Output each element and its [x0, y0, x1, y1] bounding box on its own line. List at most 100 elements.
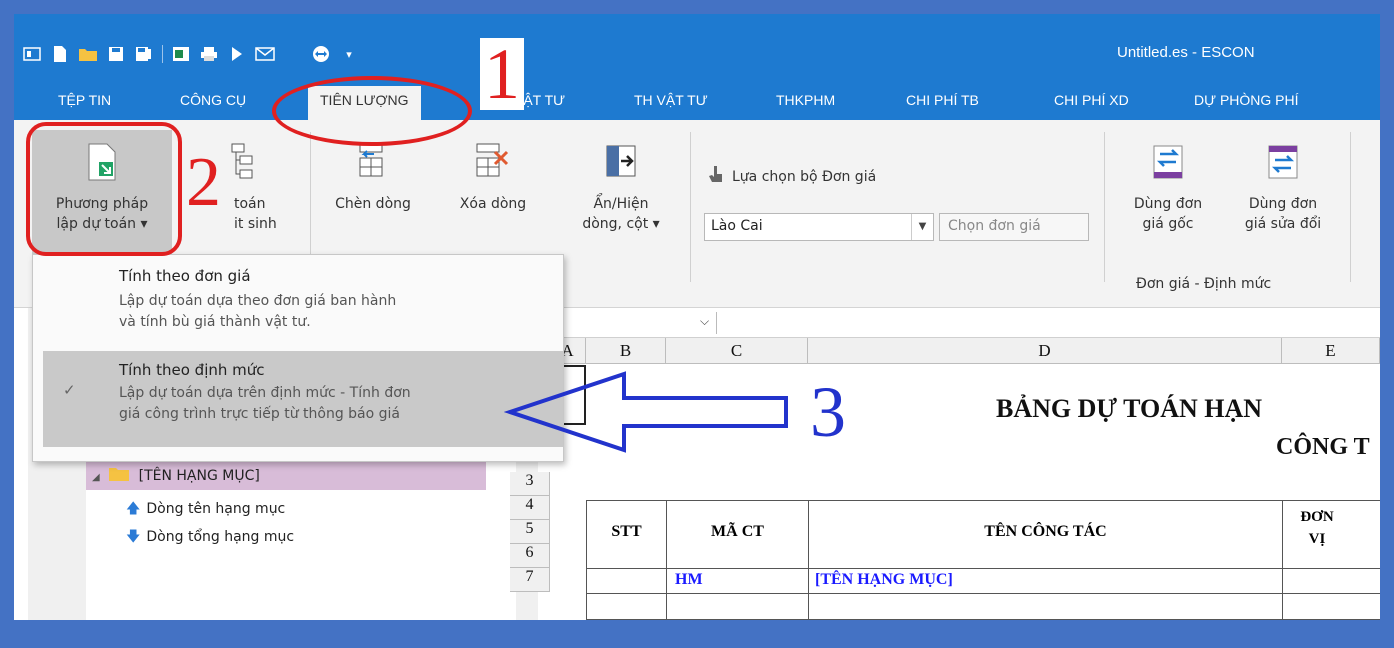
header-cell-stt[interactable]: STT [587, 501, 667, 569]
row-header-5[interactable]: 5 [510, 520, 550, 544]
menu-item2-desc1: Lập dự toán dựa trên định mức - Tính đơn [119, 385, 411, 401]
cell-stt[interactable] [587, 594, 667, 620]
tree-item-ten-hang-muc[interactable]: 🡅 Dòng tên hạng mục [126, 498, 285, 522]
header-cell-don-vi[interactable]: ĐƠN VỊ [1283, 501, 1380, 569]
tree-view: ◢ [TÊN HẠNG MỤC] 🡅 Dòng tên hạng mục 🡇 Dòn… [86, 458, 516, 620]
mail-icon[interactable] [255, 45, 275, 63]
annotation-box-button [26, 122, 182, 256]
xoa-dong-button[interactable]: Xóa dòng [438, 142, 548, 214]
hdr-donvi-1: ĐƠN [1300, 509, 1334, 525]
cell-don-vi[interactable] [1283, 568, 1380, 594]
new-file-icon[interactable] [50, 45, 70, 63]
open-folder-icon[interactable] [78, 45, 98, 63]
annotation-number-2: 2 [186, 144, 221, 221]
row-header-6[interactable]: 6 [510, 544, 550, 568]
tab-thkphm[interactable]: THKPHM [776, 92, 835, 108]
app-logo-icon [22, 45, 42, 63]
du-toan-line1: toán [234, 196, 266, 212]
menu-item2-desc2: giá công trình trực tiếp từ thông báo gi… [119, 406, 400, 422]
cell-mact[interactable]: HM [667, 568, 809, 594]
menu-item-tinh-theo-don-gia[interactable]: Tính theo đơn giá Lập dự toán dựa theo đ… [33, 255, 563, 347]
row-header-3[interactable]: 3 [510, 472, 550, 496]
an-hien-button[interactable]: Ẩn/Hiện dòng, cột ▾ [566, 142, 676, 234]
du-toan-line2: it sinh [234, 216, 277, 232]
column-header-d[interactable]: D [808, 338, 1282, 364]
dung-sua-line1: Dùng đơn [1248, 196, 1318, 212]
cell-stt[interactable] [587, 568, 667, 594]
excel-icon[interactable] [171, 45, 191, 63]
an-hien-line1: Ẩn/Hiện [593, 196, 649, 212]
cell-ten-cong-tac[interactable] [809, 594, 1283, 620]
ribbon-separator [1104, 132, 1105, 282]
dung-sua-line2: giá sửa đổi [1244, 216, 1322, 232]
hdr-stt-text: STT [611, 523, 642, 540]
menu-item2-title: Tính theo định mức [119, 361, 265, 379]
tree-root-label: [TÊN HẠNG MỤC] [138, 468, 260, 484]
sheet-subtitle: CÔNG T [1276, 434, 1370, 460]
annotation-number-1: 1 [480, 38, 524, 110]
customize-dropdown-icon[interactable]: ▾ [339, 45, 359, 63]
formula-bar[interactable]: ⌵ [550, 308, 1380, 338]
app-window: ▾ Untitled.es - ESCON TỆP TIN CÔNG CỤ TI… [14, 14, 1380, 620]
tab-chi-phi-tb[interactable]: CHI PHÍ TB [906, 92, 979, 108]
hdr-donvi-2: VỊ [1308, 531, 1326, 547]
formula-divider [716, 312, 717, 334]
location-combo[interactable]: Lào Cai ▼ [704, 213, 934, 241]
save-as-icon[interactable] [134, 45, 154, 63]
tab-du-phong-phi[interactable]: DỰ PHÒNG PHÍ [1194, 92, 1299, 108]
hand-pointer-icon [708, 164, 724, 190]
row-header-7[interactable]: 7 [510, 568, 550, 592]
tab-tep-tin[interactable]: TỆP TIN [58, 92, 111, 108]
menu-item1-desc1: Lập dự toán dựa theo đơn giá ban hành [119, 293, 397, 309]
chen-dong-button[interactable]: Chèn dòng [320, 142, 426, 214]
dung-don-gia-sua-doi-button[interactable]: Dùng đơn giá sửa đổi [1228, 142, 1338, 234]
ribbon-separator [1350, 132, 1351, 282]
ribbon-tabs: TỆP TIN CÔNG CỤ TIÊN LƯỢNG VẬT TƯ TH VẬT… [14, 80, 1380, 120]
hdr-ten-text: TÊN CÔNG TÁC [984, 523, 1107, 540]
table-row [586, 594, 1380, 620]
phuong-phap-dropdown-menu: Tính theo đơn giá Lập dự toán dựa theo đ… [32, 254, 564, 462]
tab-chi-phi-xd[interactable]: CHI PHÍ XD [1054, 92, 1129, 108]
dung-don-gia-goc-button[interactable]: Dùng đơn giá gốc [1118, 142, 1218, 234]
tree-item-label: Dòng tên hạng mục [146, 501, 286, 517]
tab-th-vat-tu[interactable]: TH VẬT TƯ [634, 92, 708, 108]
column-header-c[interactable]: C [666, 338, 808, 364]
du-toan-phat-sinh-button[interactable]: toán it sinh [210, 142, 300, 234]
chen-dong-label: Chèn dòng [335, 196, 411, 212]
quick-access-toolbar: ▾ [22, 42, 359, 66]
expand-triangle-icon[interactable]: ◢ [92, 472, 100, 483]
menu-item1-title: Tính theo đơn giá [119, 267, 251, 285]
lua-chon-label: Lựa chọn bộ Đơn giá [732, 169, 877, 185]
tree-item-label: Dòng tổng hạng mục [146, 529, 295, 545]
location-value: Lào Cai [711, 218, 763, 234]
cell-ten-cong-tac[interactable]: [TÊN HẠNG MỤC] [809, 568, 1283, 594]
blank-icon [283, 45, 303, 63]
menu-item-tinh-theo-dinh-muc[interactable]: ✓ Tính theo định mức Lập dự toán dựa trê… [43, 351, 563, 447]
swap-modified-icon [1228, 142, 1338, 188]
lua-chon-bo-don-gia[interactable]: Lựa chọn bộ Đơn giá [708, 164, 876, 190]
play-icon[interactable] [227, 45, 247, 63]
menu-item1-desc2: và tính bù giá thành vật tư. [119, 314, 311, 330]
cell-don-vi[interactable] [1283, 594, 1380, 620]
save-icon[interactable] [106, 45, 126, 63]
row6-code: HM [675, 571, 703, 588]
tree-item-tong-hang-muc[interactable]: 🡇 Dòng tổng hạng mục [126, 526, 294, 550]
chevron-down-icon[interactable]: ▼ [911, 214, 933, 240]
tab-cong-cu[interactable]: CÔNG CỤ [180, 92, 246, 108]
chon-don-gia-field[interactable]: Chọn đơn giá [939, 213, 1089, 241]
header-cell-mact[interactable]: MÃ CT [667, 501, 809, 569]
dung-goc-line2: giá gốc [1142, 216, 1194, 232]
teamviewer-icon[interactable] [311, 45, 331, 63]
tree-root[interactable]: ◢ [TÊN HẠNG MỤC] [86, 462, 486, 490]
column-header-e[interactable]: E [1282, 338, 1380, 364]
header-cell-ten-cong-tac[interactable]: TÊN CÔNG TÁC [809, 501, 1283, 569]
annotation-circle-tab [272, 76, 472, 146]
print-icon[interactable] [199, 45, 219, 63]
row-header-4[interactable]: 4 [510, 496, 550, 520]
hdr-mact-text: MÃ CT [711, 523, 764, 540]
cell-mact[interactable] [667, 594, 809, 620]
arrow-down-icon: 🡇 [126, 529, 141, 545]
chevron-down-icon[interactable]: ⌵ [700, 314, 709, 329]
table-header-row: STT MÃ CT TÊN CÔNG TÁC ĐƠN VỊ [586, 500, 1380, 569]
column-header-b[interactable]: B [586, 338, 666, 364]
